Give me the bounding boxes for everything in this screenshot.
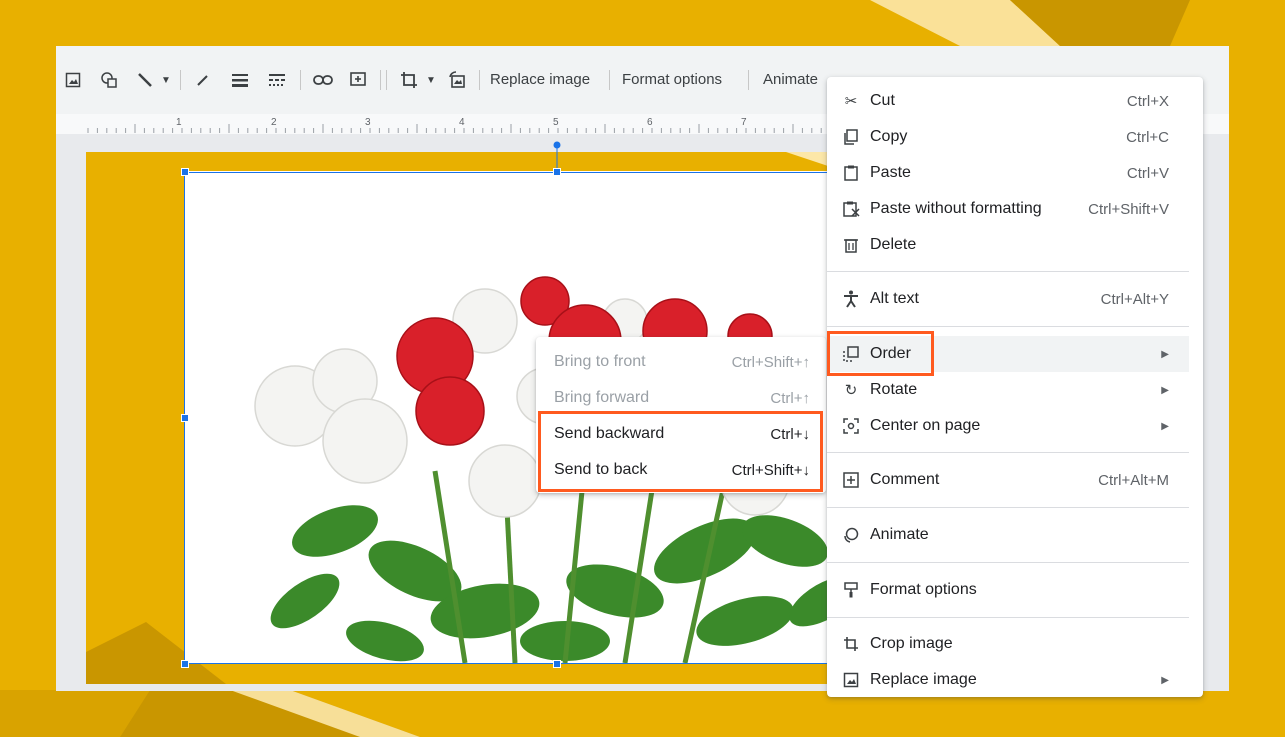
- image-icon: [841, 671, 861, 689]
- crop-icon: [841, 635, 861, 653]
- menu-divider: [827, 326, 1189, 327]
- menu-item-rotate[interactable]: ↻ Rotate ▶: [827, 372, 1189, 408]
- trash-icon: [841, 236, 861, 254]
- menu-item-shortcut: Ctrl+↑: [770, 389, 810, 407]
- menu-item-label: Rotate: [870, 381, 918, 398]
- menu-item-shortcut: Ctrl+Shift+V: [1088, 200, 1169, 218]
- menu-item-label: Format options: [870, 581, 977, 598]
- menu-item-shortcut: Ctrl+Shift+↑: [731, 353, 810, 371]
- menu-item-label: Paste: [870, 164, 911, 181]
- submenu-arrow-icon: ▶: [1161, 384, 1169, 396]
- resize-handle[interactable]: [181, 168, 189, 176]
- center-icon: [841, 417, 861, 435]
- animate-icon: [841, 526, 861, 544]
- menu-item-animate[interactable]: Animate: [827, 517, 1189, 553]
- menu-item-paste-without-formatting[interactable]: Paste without formatting Ctrl+Shift+V: [827, 191, 1189, 227]
- menu-item-label: Bring forward: [554, 389, 650, 406]
- menu-item-copy[interactable]: Copy Ctrl+C: [827, 119, 1189, 155]
- menu-item-label: Replace image: [870, 671, 977, 688]
- page-footer-band: [0, 691, 1285, 737]
- menu-item-delete[interactable]: Delete: [827, 227, 1189, 263]
- menu-item-label: Animate: [870, 526, 929, 543]
- menu-item-label: Copy: [870, 128, 908, 145]
- accessibility-icon: [841, 290, 861, 308]
- menu-item-label: Comment: [870, 471, 940, 488]
- menu-item-shortcut: Ctrl+C: [1126, 128, 1169, 146]
- copy-icon: [841, 128, 861, 146]
- menu-item-cut[interactable]: ✂ Cut Ctrl+X: [827, 83, 1189, 119]
- menu-item-label: Delete: [870, 236, 917, 253]
- resize-handle[interactable]: [181, 414, 189, 422]
- menu-item-label: Crop image: [870, 635, 953, 652]
- menu-item-label: Alt text: [870, 290, 919, 307]
- menu-divider: [827, 271, 1189, 272]
- paint-roller-icon: [841, 581, 861, 599]
- order-highlight-box: [827, 331, 934, 376]
- comment-icon: [841, 471, 861, 489]
- menu-item-label: Paste without formatting: [870, 200, 1042, 217]
- menu-item-shortcut: Ctrl+Alt+M: [1098, 471, 1169, 489]
- menu-item-shortcut: Ctrl+V: [1126, 164, 1169, 182]
- resize-handle[interactable]: [553, 660, 561, 668]
- submenu-arrow-icon: ▶: [1161, 348, 1169, 360]
- clipboard-icon: [841, 164, 861, 182]
- submenu-arrow-icon: ▶: [1161, 674, 1169, 686]
- menu-item-comment[interactable]: Comment Ctrl+Alt+M: [827, 462, 1189, 498]
- resize-handle[interactable]: [181, 660, 189, 668]
- menu-item-label: Bring to front: [554, 353, 646, 370]
- menu-item-label: Cut: [870, 92, 895, 109]
- menu-item-format-options[interactable]: Format options: [827, 572, 1189, 608]
- bring-to-front-item[interactable]: Bring to front Ctrl+Shift+↑: [536, 344, 826, 380]
- scissors-icon: ✂: [844, 93, 858, 110]
- menu-item-shortcut: Ctrl+X: [1126, 92, 1169, 110]
- menu-divider: [827, 452, 1189, 453]
- menu-divider: [827, 562, 1189, 563]
- menu-item-label: Center on page: [870, 417, 981, 434]
- clipboard-plain-icon: [841, 200, 861, 218]
- menu-item-paste[interactable]: Paste Ctrl+V: [827, 155, 1189, 191]
- menu-divider: [827, 617, 1189, 618]
- context-menu: ✂ Cut Ctrl+X Copy Ctrl+C Paste Ctrl+V Pa…: [827, 77, 1203, 697]
- menu-item-shortcut: Ctrl+Alt+Y: [1100, 290, 1169, 308]
- resize-handle[interactable]: [553, 168, 561, 176]
- menu-item-crop-image[interactable]: Crop image: [827, 626, 1189, 662]
- menu-item-alt-text[interactable]: Alt text Ctrl+Alt+Y: [827, 281, 1189, 317]
- rotate-icon: ↻: [844, 382, 858, 399]
- menu-item-center-on-page[interactable]: Center on page ▶: [827, 408, 1189, 444]
- send-items-highlight-box: [538, 411, 823, 492]
- menu-divider: [827, 507, 1189, 508]
- submenu-arrow-icon: ▶: [1161, 420, 1169, 432]
